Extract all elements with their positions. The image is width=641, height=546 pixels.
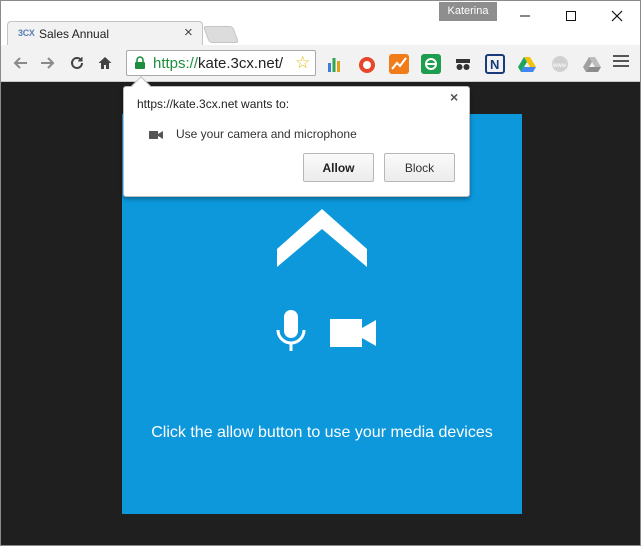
browser-toolbar: https://kate.3cx.net/ ☆ N www xyxy=(1,45,640,82)
title-bar: Katerina 3CX Sales Annual × xyxy=(1,1,640,46)
permission-heading: https://kate.3cx.net wants to: xyxy=(137,97,290,111)
block-button[interactable]: Block xyxy=(384,153,455,182)
chrome-menu-button[interactable] xyxy=(613,55,629,71)
back-arrow-icon xyxy=(13,57,27,69)
pomodoro-extension-icon[interactable] xyxy=(357,54,377,74)
n-extension-icon[interactable]: N xyxy=(485,54,505,74)
maximize-icon xyxy=(566,11,576,21)
google-drive-icon[interactable] xyxy=(517,54,537,74)
reload-button[interactable] xyxy=(65,51,89,75)
tab-close-button[interactable]: × xyxy=(184,25,193,41)
instruction-text: Click the allow button to use your media… xyxy=(151,424,493,441)
profile-badge[interactable]: Katerina xyxy=(439,2,497,21)
permission-prompt: https://kate.3cx.net wants to: × Use you… xyxy=(123,76,470,197)
reload-icon xyxy=(71,56,83,69)
address-bar[interactable]: https://kate.3cx.net/ ☆ xyxy=(126,50,316,76)
active-tab[interactable]: 3CX Sales Annual × xyxy=(7,21,203,46)
maximize-button[interactable] xyxy=(548,1,594,31)
new-tab-button[interactable] xyxy=(202,26,240,43)
back-button[interactable] xyxy=(9,51,33,75)
url-text[interactable]: https://kate.3cx.net/ xyxy=(153,55,295,72)
microphone-icon xyxy=(276,310,306,351)
minimize-icon xyxy=(520,15,530,17)
home-button[interactable] xyxy=(93,51,117,75)
trend-extension-icon[interactable] xyxy=(389,54,409,74)
camera-permission-icon xyxy=(149,131,163,139)
home-icon xyxy=(98,57,112,69)
svg-text:www: www xyxy=(552,63,567,69)
close-window-button[interactable] xyxy=(594,1,640,31)
close-icon xyxy=(611,10,623,22)
chevron-up-icon xyxy=(277,209,367,267)
allow-button[interactable]: Allow xyxy=(303,153,374,182)
bar-chart-extension-icon[interactable] xyxy=(324,54,344,74)
svg-text:N: N xyxy=(490,57,499,72)
incognito-extension-icon[interactable] xyxy=(453,54,473,74)
www-extension-icon[interactable]: www xyxy=(550,54,570,74)
browser-window: Katerina 3CX Sales Annual × https://kate… xyxy=(0,0,641,546)
gray-drive-icon[interactable] xyxy=(582,54,602,74)
tab-favicon: 3CX xyxy=(18,28,35,38)
tab-title: Sales Annual xyxy=(39,27,110,41)
video-camera-icon xyxy=(330,319,376,347)
permission-description: Use your camera and microphone xyxy=(176,127,357,141)
forward-arrow-icon xyxy=(41,57,55,69)
prompt-close-button[interactable]: × xyxy=(450,89,458,105)
minimize-button[interactable] xyxy=(502,1,548,31)
forward-button[interactable] xyxy=(35,51,59,75)
bookmark-star-icon[interactable]: ☆ xyxy=(295,53,310,73)
lock-icon[interactable] xyxy=(134,56,146,70)
sync-extension-icon[interactable] xyxy=(421,54,441,74)
